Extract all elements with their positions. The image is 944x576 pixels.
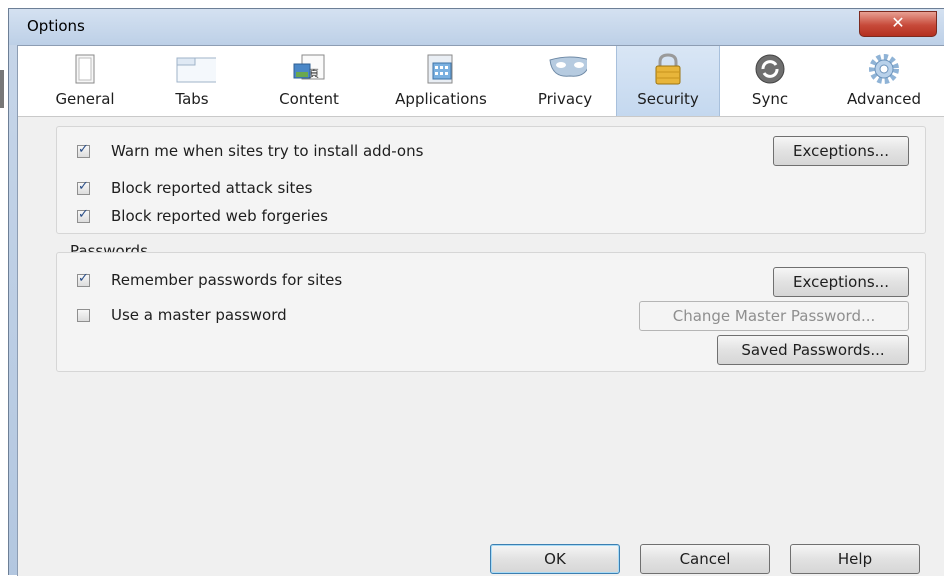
addons-exceptions-button[interactable]: Exceptions... <box>773 136 909 166</box>
tab-sync[interactable]: Sync <box>732 46 808 116</box>
tab-content[interactable]: 頁 Content <box>266 46 352 116</box>
ok-button[interactable]: OK <box>490 544 620 574</box>
privacy-mask-icon <box>549 56 587 77</box>
svg-text:頁: 頁 <box>309 68 319 80</box>
block-forgeries-row[interactable]: Block reported web forgeries <box>77 207 477 229</box>
block-forgeries-label: Block reported web forgeries <box>111 207 328 225</box>
tab-label: Sync <box>751 90 789 108</box>
general-icon <box>75 54 95 84</box>
pane-toolbar: General Tabs 頁 Content Applications Priv… <box>18 46 944 117</box>
master-password-row[interactable]: Use a master password <box>77 306 497 328</box>
remember-passwords-label: Remember passwords for sites <box>111 271 343 289</box>
block-attack-checkbox[interactable] <box>77 179 90 195</box>
applications-icon <box>427 54 453 84</box>
tab-applications[interactable]: Applications <box>374 46 508 116</box>
content-icon: 頁 <box>293 54 325 80</box>
dialog-body: General Tabs 頁 Content Applications Priv… <box>17 45 944 576</box>
tab-label: Advanced <box>846 90 922 108</box>
window-edge-divider <box>0 70 4 108</box>
tab-label: Security <box>637 90 699 108</box>
tab-tabs[interactable]: Tabs <box>158 46 226 116</box>
tab-label: Privacy <box>537 90 593 108</box>
tab-security[interactable]: Security <box>616 46 720 116</box>
passwords-exceptions-button[interactable]: Exceptions... <box>773 267 909 297</box>
master-password-label: Use a master password <box>111 306 287 324</box>
warn-addons-label: Warn me when sites try to install add-on… <box>111 142 424 160</box>
remember-passwords-checkbox[interactable] <box>77 271 90 287</box>
tab-label: Content <box>279 90 339 108</box>
options-window: Options ✕ General Tabs 頁 Content Applica… <box>8 8 944 576</box>
master-password-checkbox[interactable] <box>77 309 90 322</box>
gear-icon <box>869 54 899 84</box>
warn-addons-checkbox[interactable] <box>77 142 90 158</box>
block-attack-label: Block reported attack sites <box>111 179 313 197</box>
title-bar[interactable]: Options ✕ <box>9 9 944 45</box>
tab-label: General <box>55 90 115 108</box>
tab-privacy[interactable]: Privacy <box>524 46 606 116</box>
passwords-group: Remember passwords for sites Exceptions.… <box>56 252 926 372</box>
tab-label: Tabs <box>175 90 209 108</box>
block-forgeries-checkbox[interactable] <box>77 207 90 223</box>
sync-icon <box>755 54 785 84</box>
window-title: Options <box>27 17 85 35</box>
security-settings-group: Warn me when sites try to install add-on… <box>56 126 926 234</box>
change-master-password-button[interactable]: Change Master Password... <box>639 301 909 331</box>
remember-passwords-row[interactable]: Remember passwords for sites <box>77 271 497 293</box>
tab-advanced[interactable]: Advanced <box>832 46 936 116</box>
tabs-icon <box>176 57 216 83</box>
padlock-icon <box>655 53 681 85</box>
tab-label: Applications <box>395 90 487 108</box>
cancel-button[interactable]: Cancel <box>640 544 770 574</box>
block-attack-row[interactable]: Block reported attack sites <box>77 179 477 201</box>
help-button[interactable]: Help <box>790 544 920 574</box>
tab-general[interactable]: General <box>40 46 130 116</box>
close-button[interactable]: ✕ <box>859 11 937 37</box>
warn-addons-row[interactable]: Warn me when sites try to install add-on… <box>77 142 577 164</box>
saved-passwords-button[interactable]: Saved Passwords... <box>717 335 909 365</box>
